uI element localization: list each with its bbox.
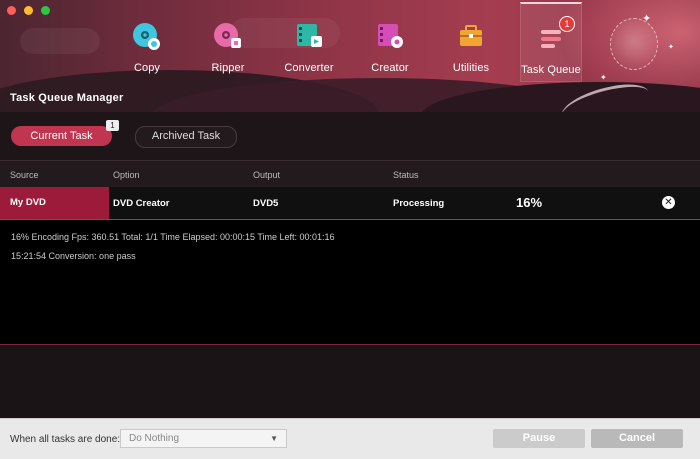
- task-source: My DVD: [0, 187, 109, 219]
- column-header-output: Output: [253, 170, 281, 180]
- nav-copy[interactable]: Copy: [116, 16, 178, 82]
- column-header-source: Source: [10, 170, 39, 180]
- task-count-badge: 1: [559, 16, 575, 32]
- close-icon: ✕: [664, 197, 673, 208]
- tab-current-task[interactable]: Current Task: [11, 126, 112, 146]
- log-line: 16% Encoding Fps: 360.51 Total: 1/1 Time…: [11, 232, 335, 242]
- after-tasks-label: When all tasks are done:: [10, 434, 121, 445]
- pause-button[interactable]: Pause: [493, 429, 585, 448]
- page-title: Task Queue Manager: [10, 92, 124, 104]
- task-tabs: Current Task 1 Archived Task: [0, 112, 700, 160]
- cancel-button[interactable]: Cancel: [591, 429, 683, 448]
- task-option: DVD Creator: [113, 198, 170, 209]
- close-window-button[interactable]: [7, 6, 16, 15]
- nav-copy-label: Copy: [133, 62, 161, 74]
- chevron-down-icon: ▼: [270, 434, 278, 443]
- nav-creator[interactable]: Creator: [359, 16, 421, 82]
- nav-task-queue[interactable]: 1 Task Queue: [520, 2, 582, 82]
- nav-ripper-label: Ripper: [211, 62, 245, 74]
- tab-archived-task[interactable]: Archived Task: [135, 126, 237, 148]
- app-header: ✦ ✦ ✦ Copy Ripper Converter Creator Util…: [0, 0, 700, 112]
- current-task-count-badge: 1: [106, 120, 119, 131]
- nav-utilities-label: Utilities: [452, 62, 490, 74]
- nav-converter-label: Converter: [284, 62, 334, 74]
- disc-copy-icon: [131, 20, 163, 52]
- disc-ripper-icon: [212, 20, 244, 52]
- log-line: 15:21:54 Conversion: one pass: [11, 251, 136, 261]
- task-status: Processing: [393, 198, 445, 209]
- toolbox-icon: [455, 20, 487, 52]
- empty-area: [0, 345, 700, 418]
- main-nav: Copy Ripper Converter Creator Utilities …: [0, 2, 700, 86]
- task-table-header: Source Option Output Status: [0, 160, 700, 188]
- task-output: DVD5: [253, 198, 279, 209]
- nav-creator-label: Creator: [371, 62, 409, 74]
- nav-task-queue-label: Task Queue: [521, 64, 581, 76]
- minimize-window-button[interactable]: [24, 6, 33, 15]
- table-row[interactable]: My DVD DVD Creator DVD5 Processing 16% ✕: [0, 187, 700, 220]
- nav-converter[interactable]: Converter: [278, 16, 340, 82]
- film-converter-icon: [293, 20, 325, 52]
- task-progress-percent: 16%: [516, 195, 543, 210]
- window-controls: [7, 6, 50, 15]
- footer-bar: When all tasks are done: Do Nothing ▼ Pa…: [0, 418, 700, 459]
- zoom-window-button[interactable]: [41, 6, 50, 15]
- task-queue-icon: 1: [535, 16, 575, 54]
- nav-utilities[interactable]: Utilities: [440, 16, 502, 82]
- after-tasks-select-value: Do Nothing: [129, 433, 180, 444]
- column-header-status: Status: [393, 170, 419, 180]
- task-log: 16% Encoding Fps: 360.51 Total: 1/1 Time…: [0, 220, 700, 345]
- column-header-option: Option: [113, 170, 140, 180]
- film-creator-icon: [374, 20, 406, 52]
- remove-task-button[interactable]: ✕: [662, 196, 675, 209]
- nav-ripper[interactable]: Ripper: [197, 16, 259, 82]
- after-tasks-select[interactable]: Do Nothing ▼: [120, 429, 287, 448]
